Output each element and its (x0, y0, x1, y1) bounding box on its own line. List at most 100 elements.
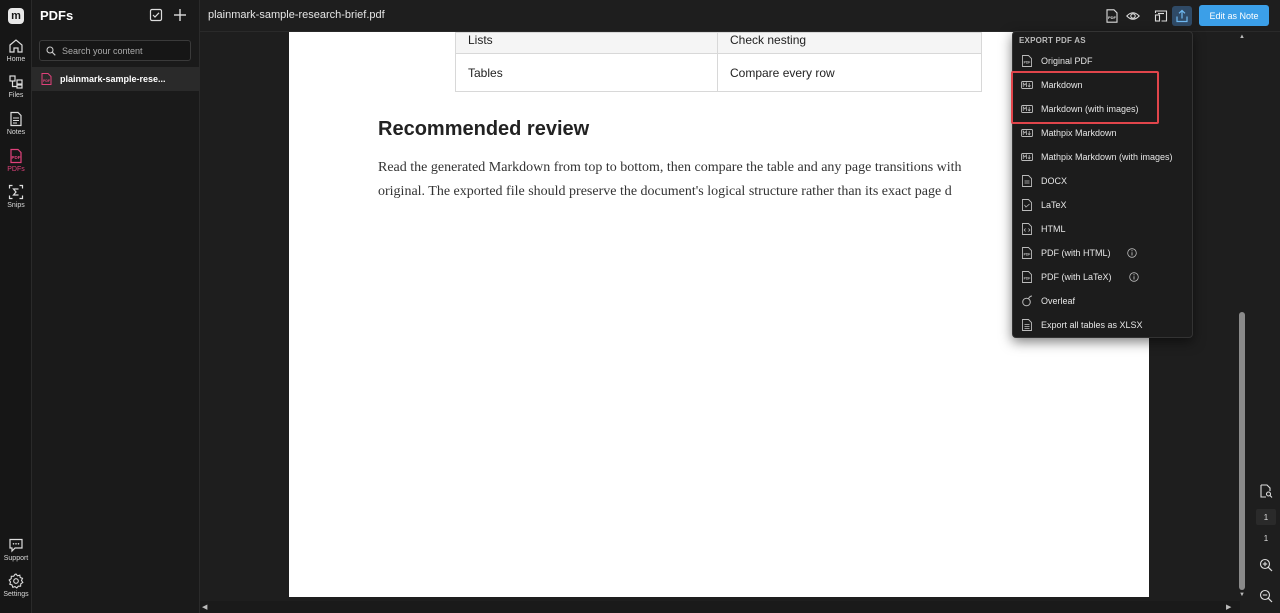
pdf-icon: PDF (10, 148, 22, 164)
sidebar-title: PDFs (40, 8, 74, 23)
zoom-out-button[interactable] (1257, 587, 1275, 605)
info-icon[interactable] (1126, 248, 1137, 258)
export-menu: EXPORT PDF AS PDF Original PDF Markdown … (1012, 31, 1193, 338)
zoom-in-icon (1259, 558, 1273, 572)
top-bar: plainmark-sample-research-brief.pdf PDF … (200, 0, 1280, 32)
nav-rail: m Home Files Notes PDF PDFs Snips Suppor… (0, 0, 32, 613)
nav-files[interactable]: Files (0, 74, 32, 108)
table-row: Lists Check nesting (455, 32, 982, 54)
total-pages: 1 (1263, 533, 1269, 543)
menu-item-label: Mathpix Markdown (with images) (1041, 152, 1173, 162)
plus-icon[interactable] (173, 8, 187, 22)
current-page[interactable]: 1 (1256, 509, 1276, 525)
markdown-icon (1021, 105, 1033, 113)
menu-item-label: HTML (1041, 224, 1066, 234)
paragraph-line: Read the generated Markdown from top to … (378, 160, 962, 175)
markdown-icon (1021, 81, 1033, 89)
pdf-file-icon: PDF (1106, 9, 1118, 23)
sigma-icon (8, 184, 24, 200)
select-checkbox-icon[interactable] (149, 8, 163, 22)
app: m Home Files Notes PDF PDFs Snips Suppor… (0, 0, 1280, 613)
menu-item-label: Markdown (with images) (1041, 104, 1139, 114)
app-logo[interactable]: m (8, 8, 24, 24)
cast-button[interactable] (1151, 6, 1171, 26)
document-table: Lists Check nesting Tables Compare every… (455, 32, 982, 92)
paragraph: Read the generated Markdown from top to … (378, 156, 1028, 204)
vertical-scrollbar[interactable]: ▲ ▼ (1238, 32, 1246, 602)
menu-item-label: DOCX (1041, 176, 1068, 186)
export-button[interactable] (1172, 6, 1192, 26)
zoom-in-button[interactable] (1257, 556, 1275, 574)
menu-item-label: PDF (with HTML) (1041, 248, 1111, 258)
file-name: plainmark-sample-rese... (60, 74, 166, 84)
html-file-icon (1022, 223, 1032, 235)
notes-icon (10, 111, 22, 127)
scroll-left-arrow-icon[interactable]: ◀ (202, 603, 207, 611)
file-list-item[interactable]: PDF plainmark-sample-rese... (32, 67, 200, 91)
svg-text:PDF: PDF (1024, 253, 1031, 257)
export-tables-xlsx[interactable]: Export all tables as XLSX (1013, 314, 1194, 336)
nav-snips[interactable]: Snips (0, 184, 32, 218)
export-original-pdf[interactable]: PDF Original PDF (1013, 50, 1194, 72)
export-markdown-with-images[interactable]: Markdown (with images) (1013, 98, 1194, 120)
menu-item-label: Overleaf (1041, 296, 1076, 306)
menu-item-label: Original PDF (1041, 56, 1093, 66)
preview-button[interactable] (1123, 6, 1143, 26)
vertical-scroll-thumb[interactable] (1239, 312, 1245, 590)
nav-settings-label: Settings (3, 591, 29, 598)
nav-home[interactable]: Home (0, 38, 32, 72)
overleaf-icon (1022, 295, 1033, 307)
spreadsheet-icon (1022, 319, 1032, 331)
nav-notes[interactable]: Notes (0, 111, 32, 145)
pdf-view-button[interactable]: PDF (1102, 6, 1122, 26)
menu-item-label: Markdown (1041, 80, 1083, 90)
pdf-file-icon: PDF (1022, 55, 1032, 67)
document-search-icon (1260, 484, 1273, 498)
scroll-down-arrow-icon[interactable]: ▼ (1239, 592, 1245, 598)
export-menu-heading: EXPORT PDF AS (1019, 36, 1086, 45)
export-latex[interactable]: LaTeX (1013, 194, 1194, 216)
nav-notes-label: Notes (6, 129, 26, 136)
section-heading: Recommended review (378, 118, 590, 140)
export-overleaf[interactable]: Overleaf (1013, 290, 1194, 312)
upload-icon (1176, 9, 1188, 23)
sidebar: PDFs PDF plainmark-sample-rese... (32, 0, 200, 613)
zoom-out-icon (1259, 589, 1273, 603)
menu-item-label: PDF (with LaTeX) (1041, 272, 1112, 282)
pdf-file-icon: PDF (1022, 247, 1032, 259)
scroll-up-arrow-icon[interactable]: ▲ (1239, 34, 1245, 40)
export-pdf-with-latex[interactable]: PDF PDF (with LaTeX) (1013, 266, 1194, 288)
search-input[interactable] (62, 45, 182, 56)
export-mathpix-markdown[interactable]: Mathpix Markdown (1013, 122, 1194, 144)
table-cell: Compare every row (717, 53, 982, 92)
files-icon (9, 75, 23, 89)
nav-settings[interactable]: Settings (0, 573, 32, 607)
export-docx[interactable]: DOCX (1013, 170, 1194, 192)
svg-text:PDF: PDF (1024, 277, 1031, 281)
export-markdown[interactable]: Markdown (1013, 74, 1194, 96)
table-cell: Lists (455, 32, 718, 54)
export-html[interactable]: HTML (1013, 218, 1194, 240)
nav-support-label: Support (3, 555, 29, 562)
scroll-right-arrow-icon[interactable]: ▶ (1226, 603, 1231, 611)
info-icon[interactable] (1128, 272, 1139, 282)
edit-as-note-button[interactable]: Edit as Note (1199, 5, 1269, 26)
export-pdf-with-html[interactable]: PDF PDF (with HTML) (1013, 242, 1194, 264)
search-box (39, 40, 191, 61)
nav-support[interactable]: Support (0, 537, 32, 571)
horizontal-scrollbar[interactable]: ◀ ▶ (200, 601, 1240, 613)
eye-icon (1126, 12, 1140, 20)
nav-files-label: Files (8, 92, 24, 99)
markdown-icon (1021, 153, 1033, 161)
docx-file-icon (1022, 175, 1032, 187)
page-search-button[interactable] (1257, 482, 1275, 500)
gear-icon (8, 573, 24, 589)
latex-file-icon (1022, 199, 1032, 211)
support-icon (9, 538, 23, 553)
svg-text:PDF: PDF (12, 155, 21, 160)
export-mathpix-markdown-with-images[interactable]: Mathpix Markdown (with images) (1013, 146, 1194, 168)
menu-item-label: Mathpix Markdown (1041, 128, 1117, 138)
nav-pdfs[interactable]: PDF PDFs (0, 148, 32, 182)
viewer-tools: 1 1 (1254, 32, 1280, 613)
menu-item-label: LaTeX (1041, 200, 1067, 210)
